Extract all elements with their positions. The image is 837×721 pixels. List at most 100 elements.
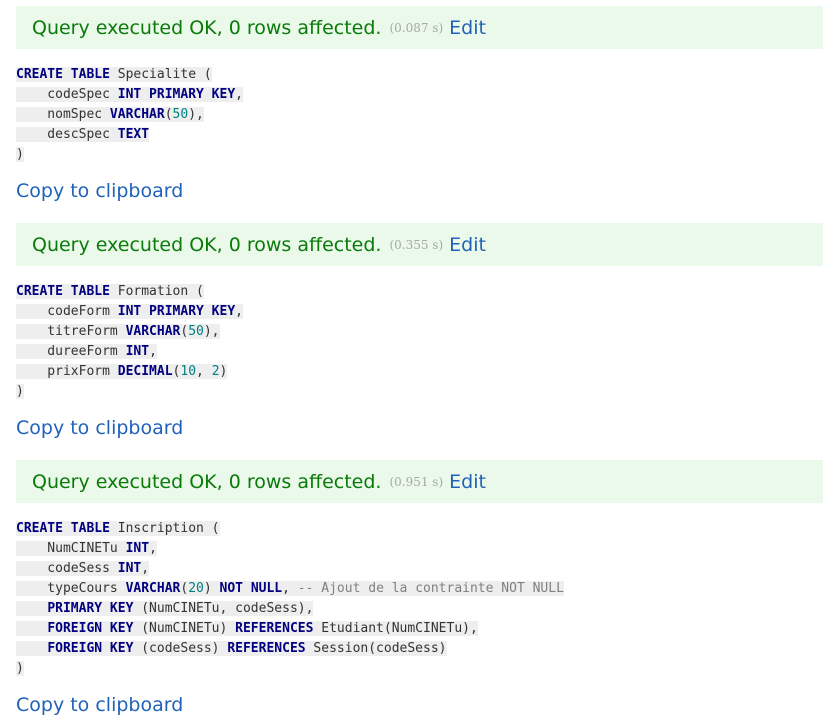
status-text: Query executed OK, 0 rows affected. <box>32 470 382 493</box>
code-line-text: codeSess INT, <box>16 561 150 576</box>
execution-time: (0.087 s) <box>389 20 444 35</box>
status-text: Query executed OK, 0 rows affected. <box>32 233 382 256</box>
sql-text: ), <box>203 324 220 339</box>
sql-number: 10 <box>180 364 197 379</box>
sql-code: CREATE TABLE Inscription ( NumCINETu INT… <box>16 519 564 679</box>
sql-keyword: CREATE TABLE <box>16 284 110 299</box>
code-line: CREATE TABLE Specialite ( <box>16 65 243 85</box>
code-line: CREATE TABLE Formation ( <box>16 282 243 302</box>
code-line-text: ) <box>16 147 24 162</box>
sql-text: nomSpec <box>16 107 110 122</box>
code-line: codeForm INT PRIMARY KEY, <box>16 302 243 322</box>
sql-number: 50 <box>172 107 189 122</box>
sql-keyword: INT <box>117 561 142 576</box>
code-line: typeCours VARCHAR(20) NOT NULL, -- Ajout… <box>16 579 564 599</box>
sql-keyword: REFERENCES <box>235 621 314 636</box>
sql-keyword: FOREIGN KEY <box>47 621 134 636</box>
sql-text: , <box>196 364 212 379</box>
sql-keyword: REFERENCES <box>227 641 306 656</box>
code-line: ) <box>16 382 243 402</box>
code-line: codeSess INT, <box>16 559 564 579</box>
sql-keyword: CREATE TABLE <box>16 521 110 536</box>
sql-comment: -- Ajout de la contrainte NOT NULL <box>297 581 564 596</box>
sql-keyword: INT PRIMARY KEY <box>117 87 236 102</box>
sql-number: 2 <box>211 364 220 379</box>
code-line: codeSpec INT PRIMARY KEY, <box>16 85 243 105</box>
sql-text: (NumCINETu) <box>133 621 236 636</box>
sql-text: Formation ( <box>109 284 204 299</box>
sql-text: Etudiant(NumCINETu), <box>313 621 478 636</box>
sql-text: NumCINETu <box>16 541 126 556</box>
sql-text: Specialite ( <box>109 67 212 82</box>
sql-text: ( <box>164 107 173 122</box>
sql-text: , <box>149 541 157 556</box>
sql-text: descSpec <box>16 127 118 142</box>
code-line: nomSpec VARCHAR(50), <box>16 105 243 125</box>
sql-text: , <box>141 561 150 576</box>
copy-to-clipboard-link[interactable]: Copy to clipboard <box>16 180 183 202</box>
code-line-text: nomSpec VARCHAR(50), <box>16 107 204 122</box>
code-line-text: descSpec TEXT <box>16 127 150 142</box>
sql-text: ) <box>203 581 220 596</box>
sql-text: codeForm <box>16 304 118 319</box>
sql-keyword: VARCHAR <box>109 107 165 122</box>
edit-link[interactable]: Edit <box>449 471 486 493</box>
sql-keyword: PRIMARY KEY <box>47 601 134 616</box>
sql-text: Inscription ( <box>109 521 220 536</box>
sql-text: , <box>235 87 243 102</box>
code-line-text: NumCINETu INT, <box>16 541 157 556</box>
sql-number: 50 <box>188 324 204 339</box>
sql-text: ) <box>16 384 24 399</box>
sql-keyword: FOREIGN KEY <box>47 641 134 656</box>
copy-to-clipboard-link[interactable]: Copy to clipboard <box>16 417 183 439</box>
sql-text: ) <box>16 661 24 676</box>
sql-keyword: TEXT <box>117 127 150 142</box>
sql-keyword: VARCHAR <box>125 581 181 596</box>
sql-number: 20 <box>188 581 204 596</box>
sql-keyword: INT PRIMARY KEY <box>117 304 236 319</box>
sql-text: dureeForm <box>16 344 126 359</box>
sql-text: titreForm <box>16 324 126 339</box>
code-line-text: PRIMARY KEY (NumCINETu, codeSess), <box>16 601 314 616</box>
code-line: FOREIGN KEY (codeSess) REFERENCES Sessio… <box>16 639 564 659</box>
sql-code: CREATE TABLE Formation ( codeForm INT PR… <box>16 282 243 402</box>
code-line: NumCINETu INT, <box>16 539 564 559</box>
code-line-text: codeForm INT PRIMARY KEY, <box>16 304 243 319</box>
code-line: ) <box>16 145 243 165</box>
sql-keyword: INT <box>125 344 150 359</box>
sql-text: ), <box>188 107 204 122</box>
edit-link[interactable]: Edit <box>449 17 486 39</box>
execution-time: (0.951 s) <box>389 474 444 489</box>
code-line-text: ) <box>16 661 24 676</box>
sql-text: prixForm <box>16 364 118 379</box>
success-message: Query executed OK, 0 rows affected. (0.9… <box>16 460 823 503</box>
code-line-text: CREATE TABLE Specialite ( <box>16 67 212 82</box>
sql-text: Session(codeSess) <box>305 641 447 656</box>
code-line: descSpec TEXT <box>16 125 243 145</box>
sql-text: (NumCINETu, codeSess), <box>133 601 314 616</box>
sql-keyword: VARCHAR <box>125 324 181 339</box>
edit-link[interactable]: Edit <box>449 234 486 256</box>
sql-code: CREATE TABLE Specialite ( codeSpec INT P… <box>16 65 243 165</box>
copy-to-clipboard-link[interactable]: Copy to clipboard <box>16 694 183 716</box>
code-line-text: prixForm DECIMAL(10, 2) <box>16 364 228 379</box>
execution-time: (0.355 s) <box>389 237 444 252</box>
sql-text: typeCours <box>16 581 126 596</box>
code-line: CREATE TABLE Inscription ( <box>16 519 564 539</box>
sql-text: codeSpec <box>16 87 118 102</box>
sql-text: (codeSess) <box>133 641 228 656</box>
sql-text: , <box>282 581 298 596</box>
code-line-text: CREATE TABLE Formation ( <box>16 284 204 299</box>
sql-keyword: NOT NULL <box>219 581 283 596</box>
sql-keyword: CREATE TABLE <box>16 67 110 82</box>
code-line-text: dureeForm INT, <box>16 344 157 359</box>
code-line-text: FOREIGN KEY (codeSess) REFERENCES Sessio… <box>16 641 447 656</box>
code-line-text: titreForm VARCHAR(50), <box>16 324 220 339</box>
status-text: Query executed OK, 0 rows affected. <box>32 16 382 39</box>
sql-text: codeSess <box>16 561 118 576</box>
sql-text: ) <box>16 147 24 162</box>
code-line: FOREIGN KEY (NumCINETu) REFERENCES Etudi… <box>16 619 564 639</box>
code-line-text: FOREIGN KEY (NumCINETu) REFERENCES Etudi… <box>16 621 478 636</box>
code-line: dureeForm INT, <box>16 342 243 362</box>
